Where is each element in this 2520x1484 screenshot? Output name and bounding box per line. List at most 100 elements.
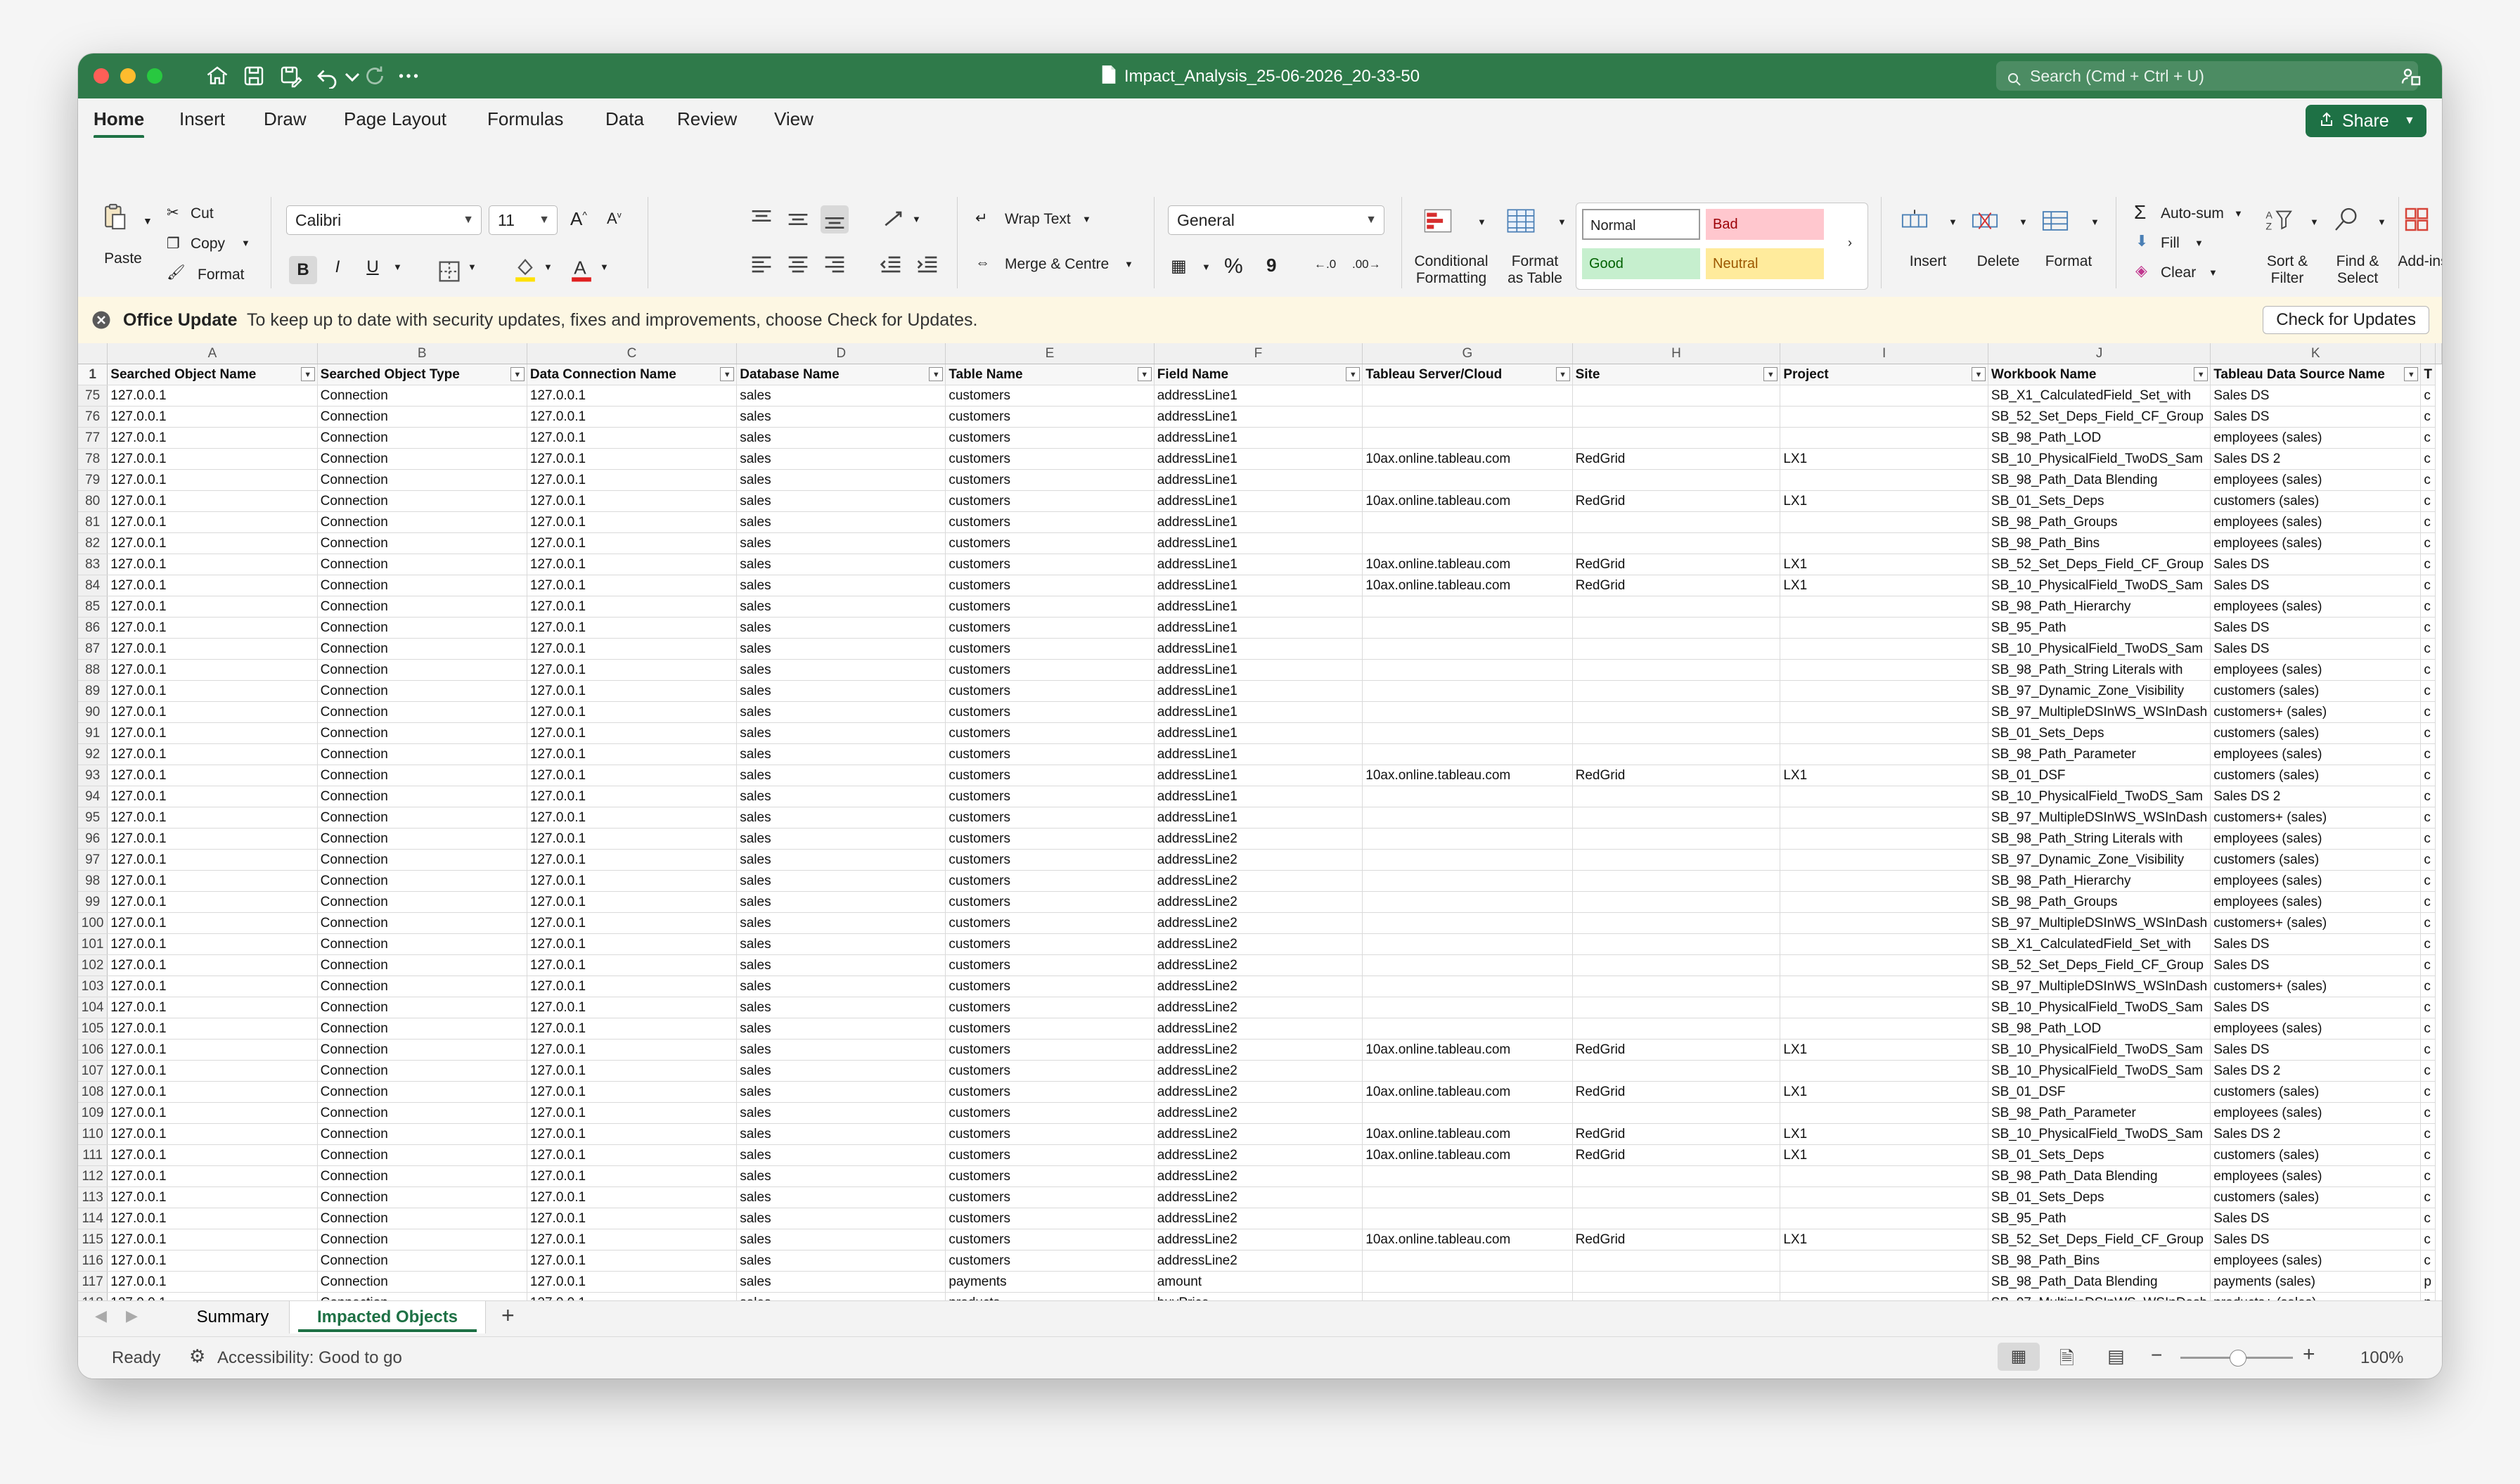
cell[interactable]: 127.0.0.1 xyxy=(527,406,738,428)
cell[interactable]: RedGrid xyxy=(1572,1123,1781,1145)
cell[interactable] xyxy=(1362,1060,1573,1082)
cell[interactable]: 127.0.0.1 xyxy=(107,1250,318,1272)
copy-chevron-icon[interactable]: ▼ xyxy=(241,238,250,248)
cell[interactable]: c xyxy=(2420,596,2436,618)
font-name-select[interactable]: Calibri ▼ xyxy=(286,205,482,235)
cell[interactable]: customers (sales) xyxy=(2210,849,2422,871)
share-button[interactable]: Share ▼ xyxy=(2306,105,2426,137)
cell[interactable]: Connection xyxy=(317,1123,527,1145)
cell[interactable] xyxy=(1572,427,1781,449)
style-good[interactable]: Good xyxy=(1582,248,1700,279)
cell[interactable]: c xyxy=(2420,511,2436,533)
cell[interactable]: sales xyxy=(736,1208,946,1229)
cell[interactable]: SB_98_Path_Data Blending xyxy=(1988,1271,2211,1293)
cell[interactable]: LX1 xyxy=(1780,575,1988,596)
wrap-text-button[interactable]: Wrap Text xyxy=(1005,211,1071,228)
cell[interactable]: LX1 xyxy=(1780,1039,1988,1061)
cell[interactable] xyxy=(1572,786,1781,807)
sheet-tab-impacted-objects[interactable]: Impacted Objects xyxy=(289,1301,486,1333)
cell[interactable]: sales xyxy=(736,638,946,660)
cell[interactable] xyxy=(1780,596,1988,618)
cell[interactable]: Connection xyxy=(317,1186,527,1208)
cell[interactable]: Connection xyxy=(317,511,527,533)
cell[interactable]: 127.0.0.1 xyxy=(107,912,318,934)
cell[interactable]: addressLine1 xyxy=(1154,532,1363,554)
cell[interactable] xyxy=(1572,617,1781,639)
fill-color-chevron-icon[interactable]: ▼ xyxy=(544,262,553,272)
cell[interactable] xyxy=(1780,1271,1988,1293)
cell[interactable]: addressLine2 xyxy=(1154,1229,1363,1250)
header-cell[interactable]: Field Name ▼ xyxy=(1154,364,1363,385)
cell[interactable]: Sales DS xyxy=(2210,575,2422,596)
cell[interactable]: Sales DS xyxy=(2210,954,2422,976)
cell[interactable]: sales xyxy=(736,1165,946,1187)
column-header[interactable]: G xyxy=(1362,343,1573,364)
increase-indent-icon[interactable] xyxy=(913,250,941,279)
cell[interactable]: SB_10_PhysicalField_TwoDS_Sam xyxy=(1988,575,2211,596)
sort-filter-icon[interactable]: AZ xyxy=(2265,205,2304,243)
cell[interactable]: sales xyxy=(736,870,946,892)
cell[interactable]: c xyxy=(2420,1208,2436,1229)
cell[interactable]: customers (sales) xyxy=(2210,1081,2422,1103)
cell[interactable] xyxy=(1572,933,1781,955)
cell[interactable]: sales xyxy=(736,1144,946,1166)
cell[interactable]: Connection xyxy=(317,786,527,807)
cell[interactable]: c xyxy=(2420,1229,2436,1250)
cell[interactable]: 10ax.online.tableau.com xyxy=(1362,575,1573,596)
cell[interactable]: Connection xyxy=(317,554,527,575)
cell[interactable]: SB_98_Path_Data Blending xyxy=(1988,1165,2211,1187)
cell[interactable]: employees (sales) xyxy=(2210,1250,2422,1272)
cell[interactable] xyxy=(1362,469,1573,491)
cell[interactable]: 127.0.0.1 xyxy=(107,617,318,639)
cell[interactable]: sales xyxy=(736,385,946,407)
cell[interactable]: sales xyxy=(736,1271,946,1293)
check-for-updates-button[interactable]: Check for Updates xyxy=(2263,306,2429,334)
cell[interactable]: 127.0.0.1 xyxy=(107,849,318,871)
cell[interactable]: sales xyxy=(736,511,946,533)
cell[interactable]: employees (sales) xyxy=(2210,1102,2422,1124)
cell[interactable]: customers xyxy=(945,511,1155,533)
cell[interactable]: customers xyxy=(945,722,1155,744)
cell[interactable]: amount xyxy=(1154,1271,1363,1293)
cell[interactable]: customers xyxy=(945,1081,1155,1103)
cell[interactable]: 127.0.0.1 xyxy=(107,680,318,702)
clear-chevron-icon[interactable]: ▼ xyxy=(2209,267,2218,278)
scroll-right-icon[interactable]: ▶ xyxy=(126,1307,138,1325)
cell[interactable]: customers+ (sales) xyxy=(2210,976,2422,997)
cell[interactable]: Connection xyxy=(317,870,527,892)
font-size-select[interactable]: 11 ▼ xyxy=(489,205,558,235)
row-number[interactable]: 79 xyxy=(78,469,108,491)
cell[interactable] xyxy=(1362,786,1573,807)
cell[interactable]: SB_01_Sets_Deps xyxy=(1988,1144,2211,1166)
cell[interactable]: Sales DS 2 xyxy=(2210,786,2422,807)
decrease-indent-icon[interactable] xyxy=(877,250,905,279)
addins-button[interactable]: Add-ins xyxy=(2391,253,2442,270)
row-number[interactable]: 86 xyxy=(78,617,108,639)
cell[interactable]: addressLine2 xyxy=(1154,828,1363,850)
cell[interactable]: SB_01_Sets_Deps xyxy=(1988,490,2211,512)
cell[interactable]: employees (sales) xyxy=(2210,427,2422,449)
cell[interactable]: customers xyxy=(945,912,1155,934)
cell[interactable]: 127.0.0.1 xyxy=(527,870,738,892)
cell[interactable]: SB_98_Path_String Literals with xyxy=(1988,828,2211,850)
insert-cells-chevron-icon[interactable]: ▼ xyxy=(1948,217,1958,227)
cell[interactable]: addressLine1 xyxy=(1154,554,1363,575)
cell[interactable]: sales xyxy=(736,554,946,575)
cell[interactable]: SB_X1_CalculatedField_Set_with xyxy=(1988,385,2211,407)
cell[interactable] xyxy=(1362,933,1573,955)
tab-review[interactable]: Review xyxy=(677,108,737,130)
cell[interactable]: employees (sales) xyxy=(2210,1165,2422,1187)
conditional-formatting-button[interactable]: Conditional Formatting xyxy=(1406,253,1497,287)
header-cell[interactable]: Project ▼ xyxy=(1780,364,1988,385)
cell[interactable]: customers xyxy=(945,638,1155,660)
row-number[interactable]: 87 xyxy=(78,638,108,660)
header-cell[interactable]: Site ▼ xyxy=(1572,364,1781,385)
cell[interactable]: c xyxy=(2420,976,2436,997)
cell[interactable]: 127.0.0.1 xyxy=(527,1186,738,1208)
cell[interactable]: 127.0.0.1 xyxy=(107,385,318,407)
format-as-table-icon[interactable] xyxy=(1507,207,1548,243)
cell[interactable]: addressLine2 xyxy=(1154,1250,1363,1272)
cell[interactable]: 127.0.0.1 xyxy=(107,1229,318,1250)
tab-page-layout[interactable]: Page Layout xyxy=(344,108,446,130)
cell[interactable]: employees (sales) xyxy=(2210,596,2422,618)
